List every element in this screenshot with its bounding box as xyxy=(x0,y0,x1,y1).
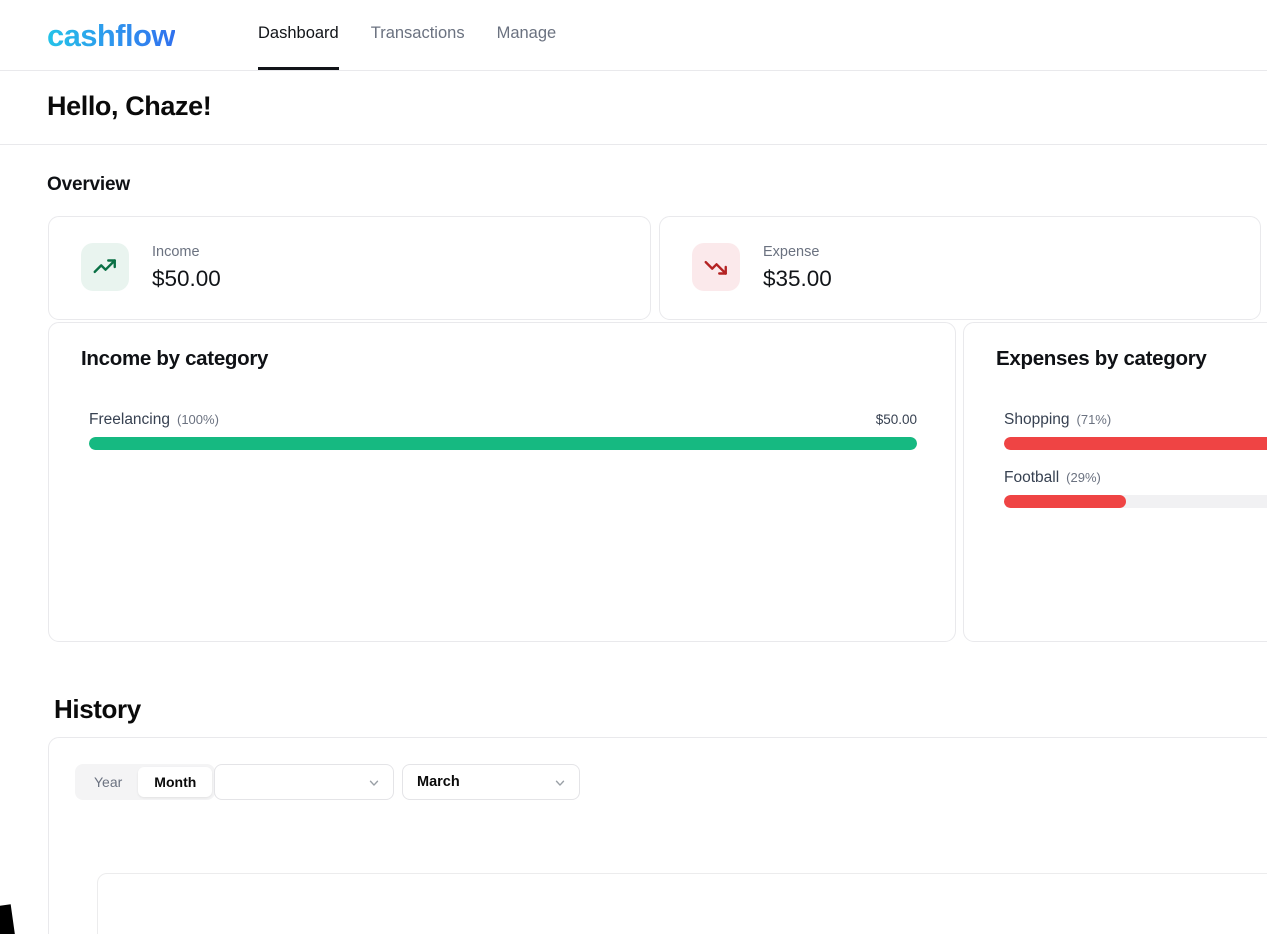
month-select[interactable]: March xyxy=(402,764,580,800)
category-progress-track xyxy=(1004,437,1267,450)
expense-category-list: Shopping (71%) Football (29%) xyxy=(1004,411,1267,527)
stat-card-income-text: Income $50.00 xyxy=(152,243,221,294)
category-amount: $50.00 xyxy=(875,412,917,427)
chevron-down-icon xyxy=(367,776,381,795)
history-section-title: History xyxy=(54,694,141,724)
expenses-by-category-card: Expenses by category Shopping (71%) Foot… xyxy=(963,322,1267,642)
income-by-category-title: Income by category xyxy=(81,347,269,370)
category-progress-track xyxy=(1004,495,1267,508)
stat-card-expense-text: Expense $35.00 xyxy=(763,243,832,294)
stat-card-expense: Expense $35.00 xyxy=(659,216,1261,320)
nav-tab-transactions-label: Transactions xyxy=(370,24,465,42)
page-title: Hello, Chaze! xyxy=(47,91,212,121)
cursor-artifact xyxy=(0,904,18,934)
list-item: Football (29%) xyxy=(1004,469,1267,508)
top-navbar: cashflow Dashboard Transactions Manage xyxy=(0,0,1267,71)
nav-tab-manage-label: Manage xyxy=(496,24,557,42)
category-name: Football xyxy=(1004,469,1060,486)
stat-card-expense-value: $35.00 xyxy=(763,266,832,291)
overview-section-title: Overview xyxy=(47,174,130,195)
stat-card-expense-label: Expense xyxy=(763,244,820,260)
period-toggle: Year Month xyxy=(75,764,216,800)
list-item: Shopping (71%) xyxy=(1004,411,1267,450)
month-select-value: March xyxy=(417,774,460,790)
category-progress-track xyxy=(89,437,917,450)
income-category-list: Freelancing (100%) $50.00 xyxy=(89,411,917,469)
category-progress-fill xyxy=(1004,437,1267,450)
nav-tab-dashboard[interactable]: Dashboard xyxy=(258,0,339,70)
year-select[interactable] xyxy=(214,764,394,800)
income-by-category-card: Income by category Freelancing (100%) $5… xyxy=(48,322,956,642)
greeting-bar: Hello, Chaze! xyxy=(0,71,1267,145)
trending-down-icon xyxy=(692,243,740,291)
trending-up-icon xyxy=(81,243,129,291)
nav-tab-dashboard-label: Dashboard xyxy=(258,24,339,42)
category-name: Shopping xyxy=(1004,411,1070,428)
category-percent: (29%) xyxy=(1066,470,1101,485)
primary-nav: Dashboard Transactions Manage xyxy=(258,0,588,71)
period-toggle-month[interactable]: Month xyxy=(138,767,213,797)
history-card: Year Month March xyxy=(48,737,1267,934)
category-progress-fill xyxy=(1004,495,1126,508)
chevron-down-icon xyxy=(553,776,567,795)
category-progress-fill xyxy=(89,437,917,450)
nav-tab-transactions[interactable]: Transactions xyxy=(371,0,465,70)
stat-card-income-value: $50.00 xyxy=(152,266,221,291)
history-chart-panel xyxy=(97,873,1267,934)
expenses-by-category-title: Expenses by category xyxy=(996,347,1207,370)
nav-tab-manage[interactable]: Manage xyxy=(497,0,557,70)
category-name: Freelancing xyxy=(89,411,170,428)
list-item: Freelancing (100%) $50.00 xyxy=(89,411,917,450)
category-percent: (100%) xyxy=(177,412,219,427)
category-percent: (71%) xyxy=(1076,412,1112,427)
stat-card-income-label: Income xyxy=(152,244,200,260)
period-toggle-year[interactable]: Year xyxy=(78,767,138,797)
stat-card-income: Income $50.00 xyxy=(48,216,651,320)
app-logo[interactable]: cashflow xyxy=(47,17,175,55)
